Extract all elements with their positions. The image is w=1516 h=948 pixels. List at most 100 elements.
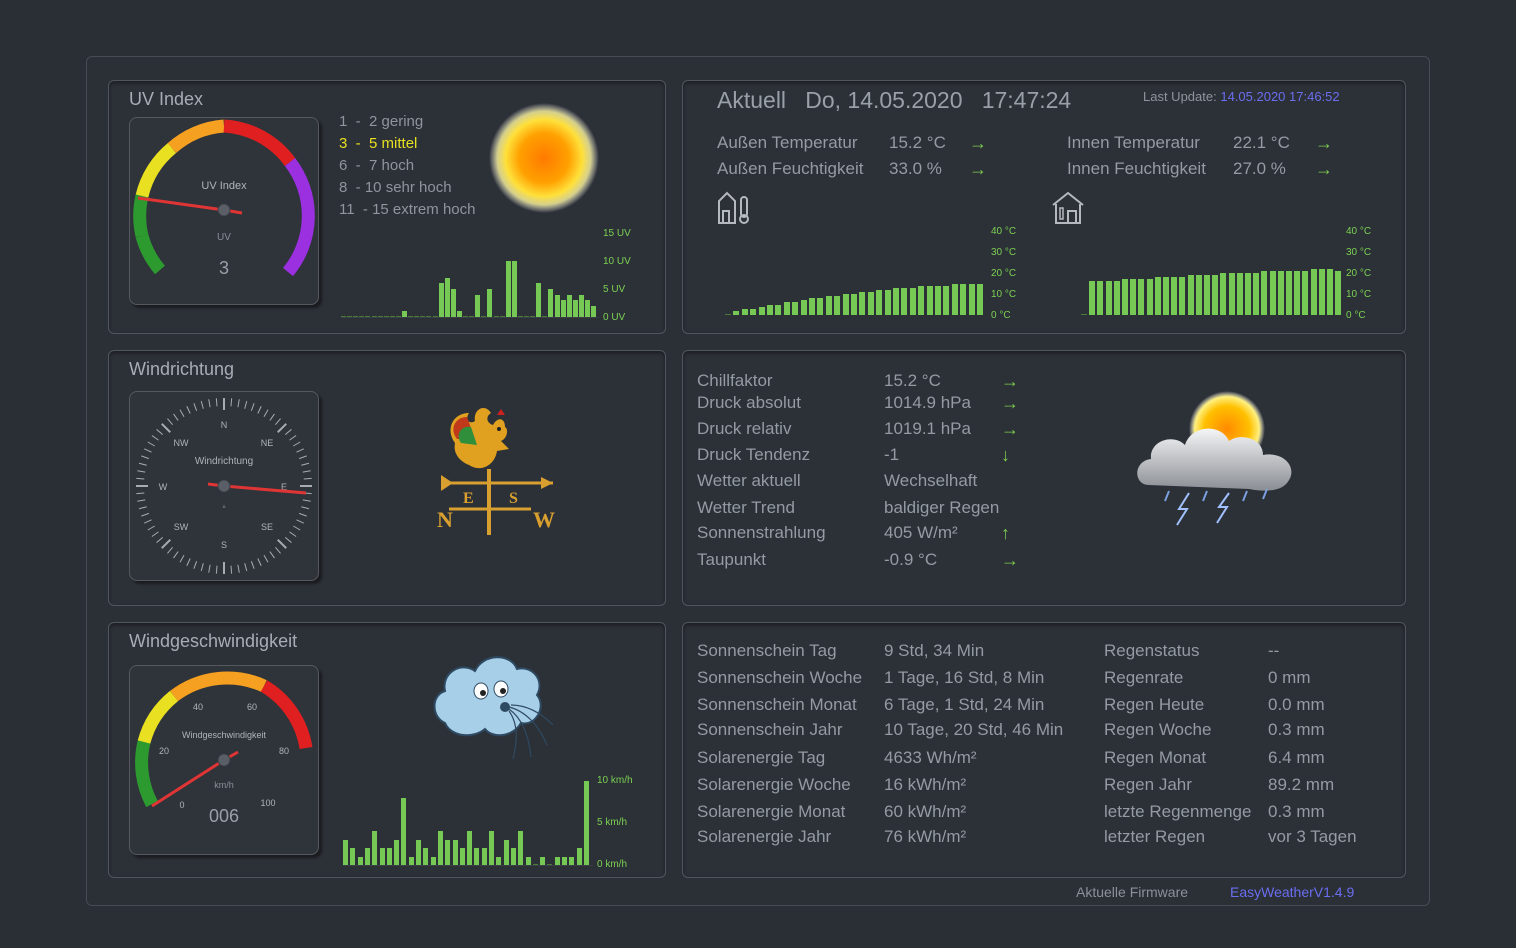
chart-bar	[487, 289, 493, 317]
trend-arrow-icon: →	[1001, 371, 1019, 391]
chart-bar	[926, 285, 933, 315]
compass-dial: N NE E SE S SW W NW Windrichtung °	[136, 398, 312, 574]
chart-bar	[343, 839, 348, 865]
weather-row-label: Taupunkt	[697, 550, 766, 569]
weather-row-value: -0.9 °C	[884, 550, 938, 569]
current-time: 17:47:24	[981, 87, 1072, 113]
outdoor-axis-20: 20 °C	[991, 268, 1017, 279]
sun-icon	[489, 103, 599, 213]
compass-label-nw: NW	[174, 438, 189, 448]
compass-tick	[141, 455, 149, 460]
chart-bar	[1318, 268, 1325, 315]
chart-bar	[1236, 273, 1243, 315]
chart-bar	[481, 848, 487, 865]
chart-bar	[1195, 275, 1202, 315]
compass-tick	[303, 477, 312, 480]
chart-bar	[474, 848, 480, 865]
chart-bar	[353, 316, 359, 317]
chart-bar	[859, 291, 866, 315]
uv-scale-range: 6 -	[339, 157, 370, 174]
chart-bar	[475, 294, 481, 317]
firmware-version-link[interactable]: EasyWeatherV1.4.9	[1230, 884, 1354, 900]
chart-bar	[817, 298, 824, 315]
compass-tick	[208, 399, 211, 408]
chart-bar	[792, 302, 799, 315]
compass-tick	[173, 413, 179, 421]
indoor-house-icon	[1052, 191, 1084, 224]
chart-bar	[467, 831, 473, 865]
wind-tick-100: 100	[260, 798, 275, 808]
chart-bar	[842, 294, 849, 315]
stat-value: 76 kWh/m²	[884, 827, 967, 846]
compass-label-s: S	[221, 540, 227, 550]
chart-bar	[420, 316, 426, 317]
chart-bar	[450, 289, 456, 317]
wind-gauge-unit: km/h	[214, 780, 234, 790]
wind-speed-chart	[343, 781, 593, 866]
chart-bar	[548, 289, 554, 317]
chart-bar	[562, 856, 567, 865]
stat-label: Solarenergie Tag	[697, 748, 826, 767]
compass-tick	[179, 555, 185, 563]
chart-bar	[583, 781, 589, 865]
stat-value: vor 3 Tagen	[1268, 827, 1357, 846]
compass-unit: °	[222, 504, 226, 514]
svg-text:N: N	[437, 507, 453, 532]
chart-bar	[1097, 281, 1104, 315]
stat-value: 0.0 mm	[1268, 695, 1325, 714]
chart-bar	[960, 283, 967, 315]
uv-scale-label: 5 mittel	[369, 135, 418, 152]
chart-bar	[758, 306, 765, 315]
chart-bar	[578, 294, 584, 317]
weather-row-value: baldiger Regen	[884, 498, 1000, 517]
stat-label: Solarenergie Woche	[697, 775, 851, 794]
chart-bar	[547, 864, 553, 865]
compass-tick	[193, 561, 198, 569]
chart-bar	[1220, 273, 1227, 315]
uv-scale-label: 15 extrem hoch	[372, 201, 476, 218]
compass-tick	[302, 470, 311, 473]
compass-tick	[269, 551, 275, 559]
stat-value: 0.3 mm	[1268, 802, 1325, 821]
weather-row-label: Druck absolut	[697, 393, 801, 412]
chart-bar	[505, 261, 511, 317]
weather-row-label: Wetter Trend	[697, 498, 795, 517]
compass-tick	[299, 455, 307, 460]
chart-bar	[402, 311, 407, 317]
chart-bar	[1130, 279, 1137, 315]
compass-tick	[179, 409, 185, 417]
wind-speed-gauge: 0 20 40 60 80 100 Windgeschwindigkeit km…	[129, 665, 319, 855]
wind-tick-40: 40	[193, 702, 203, 712]
chart-bar	[540, 856, 546, 865]
compass-tick	[244, 563, 248, 572]
thunderstorm-cloud-icon	[1137, 391, 1292, 526]
chart-bar	[935, 285, 941, 315]
weather-row-value: -1	[884, 445, 900, 464]
chart-bar	[430, 856, 436, 865]
stat-value: --	[1268, 641, 1280, 660]
indoor-temp-value: 22.1 °C	[1233, 133, 1290, 152]
chart-bar	[408, 316, 414, 317]
last-update-label: Last Update:	[1143, 89, 1217, 104]
chart-bar	[585, 300, 590, 317]
uv-scale-item: 3 - 5 mittel	[339, 133, 475, 155]
wind-gauge-title: Windgeschwindigkeit	[182, 730, 267, 740]
chart-bar	[1253, 273, 1260, 315]
chart-bar	[1081, 314, 1087, 315]
compass-label-se: SE	[261, 522, 273, 532]
compass-label-w: W	[159, 482, 168, 492]
chart-bar	[554, 856, 560, 865]
chart-bar	[536, 283, 542, 317]
chart-bar	[918, 285, 925, 315]
chart-bar	[511, 261, 517, 317]
chart-bar	[416, 839, 421, 865]
weather-row-value: 1019.1 hPa	[884, 419, 971, 438]
chart-bar	[503, 839, 509, 865]
stat-label: Regen Woche	[1104, 720, 1212, 739]
wind-direction-panel: Windrichtung N NE E SE S SW W NW Windric…	[108, 350, 666, 606]
chart-bar	[1138, 279, 1145, 315]
outdoor-humidity-label: Außen Feuchtigkeit	[717, 159, 864, 178]
chart-bar	[1212, 275, 1219, 315]
uv-axis-5: 5 UV	[603, 284, 626, 295]
uv-history-chart	[341, 233, 599, 318]
